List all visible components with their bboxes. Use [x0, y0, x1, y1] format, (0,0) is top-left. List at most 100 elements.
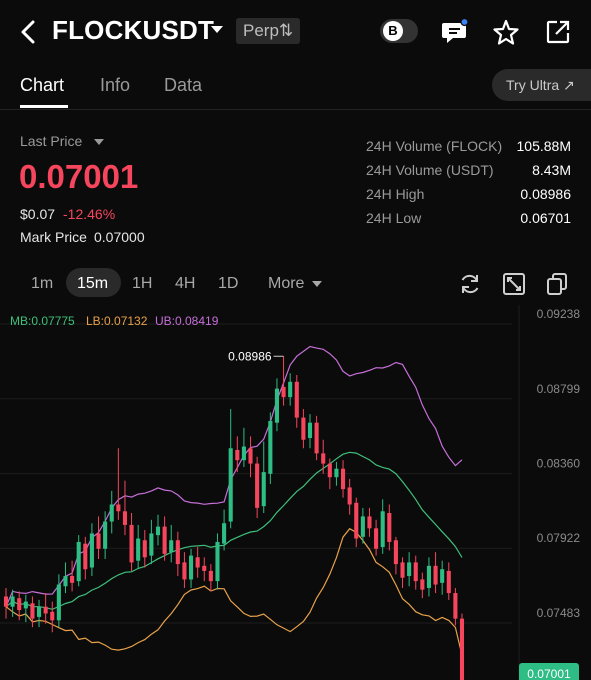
candle-body [294, 381, 299, 418]
refresh-icon[interactable] [458, 272, 482, 296]
expand-icon[interactable] [502, 272, 526, 296]
candle-body [413, 562, 418, 582]
candlestick-chart[interactable]: 0.09238 0.08799 0.08360 0.07922 0.07483 0.089… [0, 305, 591, 680]
candle-body [109, 504, 114, 522]
perp-badge-label: Perp [243, 21, 279, 40]
candle-body [10, 596, 15, 607]
star-icon[interactable] [492, 18, 520, 46]
candle-body [222, 523, 227, 544]
share-icon[interactable] [544, 18, 572, 46]
swap-arrows-icon: ⇅ [278, 21, 294, 40]
tab-chart[interactable]: Chart [20, 75, 64, 96]
perp-badge[interactable]: Perp⇅ [236, 18, 301, 44]
stat-24h-high-label: 24H High [366, 186, 425, 202]
candle-body [281, 386, 286, 398]
candle-body [347, 487, 352, 505]
try-ultra-button[interactable]: Try Ultra ↗ [492, 69, 591, 101]
tab-info[interactable]: Info [100, 75, 130, 96]
candle-body [215, 541, 220, 582]
b-toggle-knob: B [383, 21, 403, 41]
stat-volume-flock-label: 24H Volume (FLOCK) [366, 138, 503, 154]
dropdown-caret-icon[interactable] [211, 26, 223, 33]
price-change-percent: -12.46% [63, 206, 116, 222]
high-marker-label: 0.08986 [228, 349, 272, 363]
candle-body [17, 598, 22, 611]
usd-price: $0.07 [20, 206, 56, 222]
candle-body [307, 422, 313, 439]
candle-body [103, 521, 108, 549]
candle-body [36, 606, 42, 617]
candle-body [83, 543, 88, 570]
stat-24h-low-value: 0.06701 [520, 210, 571, 226]
stat-24h-low-label: 24H Low [366, 210, 422, 226]
y-tick-label: 0.08799 [537, 382, 581, 396]
candle-body [30, 603, 35, 619]
candle-body [327, 463, 332, 478]
more-caret-icon[interactable] [312, 281, 322, 287]
candle-body [208, 570, 213, 582]
candle-body [89, 533, 94, 568]
candle-body [274, 388, 280, 423]
stat-volume-flock-value: 105.88M [516, 138, 571, 154]
symbol-title[interactable]: FLOCKUSDT [52, 15, 214, 46]
stat-volume-usdt-value: 8.43M [532, 162, 571, 178]
candle-body [380, 511, 385, 548]
chat-icon[interactable] [441, 18, 469, 46]
candle-body [235, 449, 240, 461]
interval-4h[interactable]: 4H [175, 275, 195, 293]
candle-body [56, 584, 61, 621]
y-tick-label: 0.07483 [537, 606, 581, 620]
candle-body [76, 541, 81, 582]
candle-body [387, 512, 392, 542]
candle-body [169, 540, 174, 553]
interval-15m[interactable]: 15m [77, 275, 108, 293]
candle-body [360, 516, 365, 537]
back-arrow-icon[interactable] [14, 16, 44, 48]
candle-body [23, 601, 28, 609]
tab-divider [0, 109, 591, 110]
candle-body [433, 565, 438, 585]
candle-body [182, 562, 187, 580]
tab-data[interactable]: Data [164, 75, 202, 96]
candle-body [195, 557, 200, 568]
legend-mb: MB:0.07775 [10, 314, 75, 328]
candle-body [162, 526, 167, 554]
interval-1d[interactable]: 1D [218, 275, 238, 293]
candle-body [136, 538, 141, 561]
candle-body [400, 562, 405, 578]
candle-body [420, 579, 425, 590]
candle-body [453, 593, 458, 619]
candle-body [440, 569, 445, 583]
last-price-caret-icon[interactable] [94, 139, 104, 145]
candle-body [228, 448, 233, 522]
candle-body [393, 540, 398, 565]
middle-band-line [5, 451, 463, 610]
candle-body [96, 533, 101, 549]
legend-ub: UB:0.08419 [155, 314, 219, 328]
lower-band-line [5, 527, 463, 656]
candle-body [241, 446, 246, 461]
candle-body [407, 562, 412, 577]
candle-body [367, 516, 372, 529]
copy-icon[interactable] [545, 272, 569, 296]
interval-more[interactable]: More [268, 275, 304, 293]
b-toggle-icon[interactable]: B [380, 19, 418, 43]
candle-body [129, 524, 134, 563]
y-tick-label: 0.07922 [537, 531, 581, 545]
candle-body [301, 417, 306, 440]
candle-body [354, 502, 359, 539]
interval-1m[interactable]: 1m [31, 275, 53, 293]
active-tab-indicator [20, 105, 68, 108]
mark-price-label: Mark Price [20, 229, 87, 245]
candle-body [446, 570, 451, 594]
candle-body [314, 422, 319, 454]
candle-body [268, 420, 273, 474]
candle-body [426, 565, 432, 588]
stat-volume-usdt-label: 24H Volume (USDT) [366, 162, 494, 178]
mark-price-value: 0.07000 [94, 229, 145, 245]
candle-body [3, 596, 9, 607]
last-price-value: 0.07001 [19, 158, 139, 195]
candle-body [340, 468, 346, 490]
interval-1h[interactable]: 1H [132, 275, 152, 293]
last-price-label[interactable]: Last Price [20, 133, 82, 149]
